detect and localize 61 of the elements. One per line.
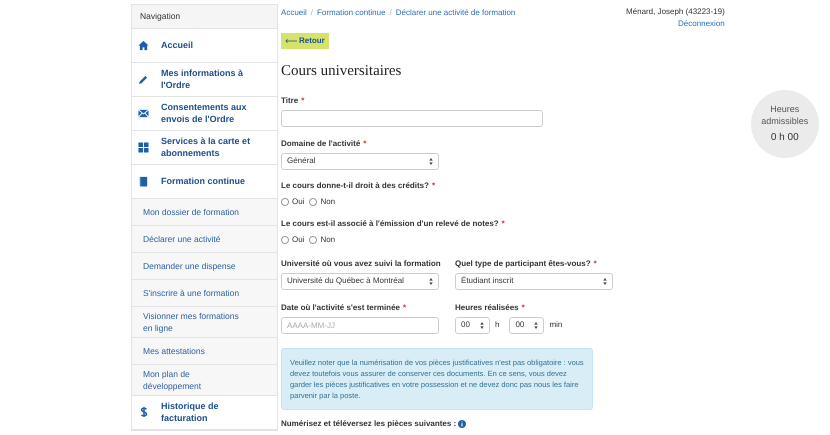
required-asterisk: * — [594, 258, 597, 270]
sidebar-subitem[interactable]: Visionner mes formations en ligne — [132, 306, 277, 338]
required-asterisk: * — [502, 218, 505, 230]
required-asterisk: * — [522, 302, 525, 314]
text-input[interactable] — [281, 110, 543, 126]
breadcrumb-separator: / — [310, 7, 314, 19]
field-label: Domaine de l'activité — [281, 138, 360, 150]
select-dropdown[interactable]: Université du Québec à Montréal — [281, 272, 439, 290]
field-label: Quel type de participant êtes-vous? — [455, 258, 591, 270]
required-asterisk: * — [301, 94, 304, 106]
required-asterisk: * — [402, 302, 406, 314]
select-dropdown[interactable]: 00 — [455, 316, 490, 334]
updown-caret-icon — [480, 322, 484, 328]
radio-option[interactable]: Oui — [281, 196, 304, 208]
date-input[interactable]: AAAA-MM-JJ — [281, 316, 439, 334]
select-dropdown[interactable]: Étudiant inscrit — [455, 272, 613, 290]
updown-caret-icon — [429, 158, 433, 164]
dollar-icon — [138, 406, 148, 418]
pencil-icon — [138, 74, 149, 85]
updown-caret-icon — [534, 322, 538, 328]
unit-label: min — [549, 319, 562, 331]
grid-icon — [138, 142, 149, 153]
home-icon — [138, 40, 149, 51]
field-label: Le cours donne-t-il droit à des crédits? — [281, 180, 430, 192]
radio-option[interactable]: Non — [309, 234, 336, 246]
radio-option[interactable]: Oui — [281, 234, 304, 246]
sidebar-title: Navigation — [132, 5, 277, 29]
sidebar-subitem[interactable]: Mon dossier de formation — [132, 198, 277, 226]
select-dropdown[interactable]: Général — [281, 152, 439, 170]
book-icon — [138, 176, 149, 187]
field-label: Numérisez et téléversez les pièces suivantes : — [281, 418, 456, 430]
field-label: Date où l'activité s'est terminée — [281, 302, 400, 314]
updown-caret-icon — [429, 278, 433, 284]
sidebar-subitem[interactable]: Déclarer une activité — [132, 226, 277, 253]
required-asterisk: * — [363, 138, 366, 150]
field-label: Le cours est-il associé à l'émission d'un relevé de notes? — [281, 218, 499, 230]
field-label: Titre — [281, 94, 298, 106]
unit-label: h — [495, 319, 500, 331]
sidebar-subitem[interactable]: Mes attestations — [132, 338, 277, 365]
breadcrumb-separator: / — [390, 7, 392, 19]
badge-label: Heures admissibles — [760, 103, 810, 127]
breadcrumb-link[interactable]: Accueil — [281, 7, 307, 19]
user-name: Ménard, Joseph (43223-19) — [626, 6, 725, 18]
required-asterisk: * — [432, 180, 436, 192]
sidebar-subitem[interactable]: S'inscrire à une formation — [132, 280, 277, 307]
select-dropdown[interactable]: 00 — [509, 316, 544, 334]
sidebar-subitem[interactable]: Mon plan de développement — [132, 364, 277, 396]
logout-link[interactable]: Déconnexion — [678, 18, 725, 30]
field-label: Université où vous avez suivi la formation — [281, 258, 441, 270]
sidebar-subitem[interactable]: Demander une dispense — [132, 252, 277, 280]
field-label: Heures réalisées — [455, 302, 519, 314]
breadcrumb-link[interactable]: Formation continue — [317, 7, 386, 19]
arrow-left-icon — [285, 38, 297, 44]
back-button[interactable]: Retour — [281, 33, 329, 49]
radio-option[interactable]: Non — [309, 196, 336, 208]
page-heading: Cours universitaires — [281, 62, 402, 81]
envelope-icon — [138, 108, 149, 119]
updown-caret-icon — [603, 278, 607, 284]
badge-value: 0 h 00 — [770, 131, 799, 145]
info-icon — [458, 420, 466, 428]
breadcrumb-link[interactable]: Déclarer une activité de formation — [396, 7, 516, 19]
